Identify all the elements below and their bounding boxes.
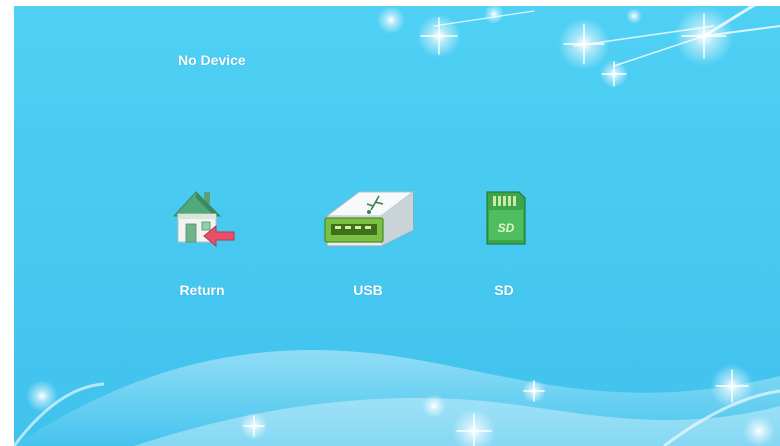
home-return-icon — [147, 186, 257, 256]
sd-card-icon: SD — [449, 186, 559, 256]
device-status-text: No Device — [178, 52, 246, 68]
sd-card-icon-text: SD — [498, 221, 515, 235]
return-menu-item[interactable]: Return — [147, 186, 257, 316]
sd-label: SD — [494, 282, 514, 298]
usb-menu-item[interactable]: USB — [313, 186, 423, 316]
return-label: Return — [179, 282, 225, 298]
sd-menu-item[interactable]: SD SD — [449, 186, 559, 316]
media-source-screen: No Device Return USB SD SD — [14, 6, 780, 446]
usb-label: USB — [353, 282, 383, 298]
usb-drive-icon — [313, 186, 423, 256]
